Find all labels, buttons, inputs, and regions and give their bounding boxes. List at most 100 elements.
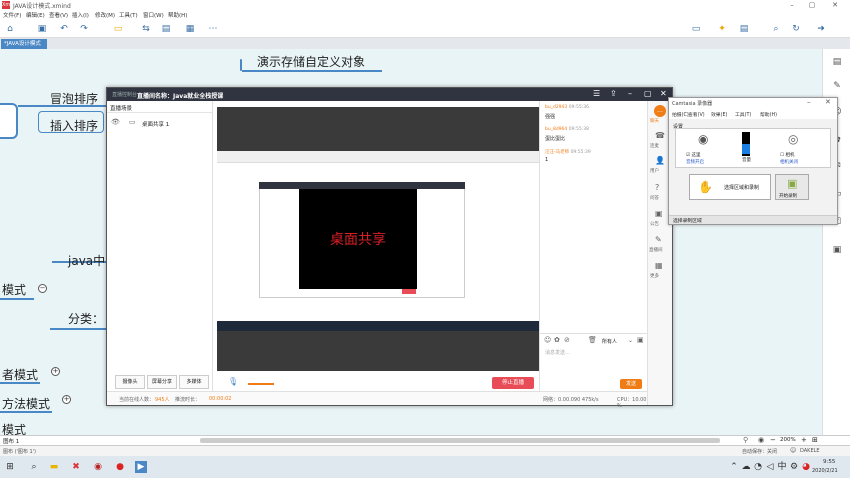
topic-mode[interactable]: 模式 <box>2 281 26 298</box>
minimize-button[interactable]: – <box>785 0 799 10</box>
file-explorer-icon[interactable]: ▬ <box>48 461 60 473</box>
windows-start-icon[interactable]: ⊞ <box>4 461 16 473</box>
clear-icon[interactable]: ⊘ <box>564 336 570 344</box>
rec-menu-effects[interactable]: 效果(E) <box>711 111 727 118</box>
rec-menu-help[interactable]: 帮助(H) <box>760 111 777 118</box>
topic-insert-sort[interactable]: 插入排序 <box>50 117 98 134</box>
boundary-icon[interactable]: ▤ <box>160 23 172 35</box>
app-icon[interactable]: ◉ <box>92 461 104 473</box>
audio-checkbox[interactable]: ☑ 这里 <box>686 152 700 158</box>
chat-target-select[interactable]: 所有人 <box>602 338 617 345</box>
eye-icon[interactable]: ◉ <box>758 436 764 444</box>
maximize-button[interactable]: ▢ <box>805 0 819 10</box>
eye-icon[interactable]: 👁 <box>111 118 120 126</box>
more-icon[interactable]: ⋯ <box>207 23 219 35</box>
zoom-in-button[interactable]: + <box>801 436 807 444</box>
side-tab-notice[interactable]: 公告 <box>650 221 659 227</box>
announce-icon[interactable]: ▣ <box>655 209 663 218</box>
side-tab-more[interactable]: 更多 <box>650 273 659 279</box>
zoom-level[interactable]: 200% <box>780 437 796 443</box>
filter-icon[interactable]: ⚲ <box>743 436 748 444</box>
camera-button[interactable]: 摄像头 <box>115 375 145 389</box>
collapse-icon[interactable]: − <box>38 284 47 293</box>
topic-mode-2[interactable]: 模式 <box>2 421 26 435</box>
expand-icon[interactable]: + <box>62 395 71 404</box>
minimize-icon[interactable]: – <box>628 89 632 98</box>
home-icon[interactable]: ⌂ <box>4 23 16 35</box>
scene-item[interactable]: 桌面共享 1 <box>142 120 169 128</box>
question-icon[interactable]: ? <box>655 183 659 192</box>
style-icon[interactable]: ✎ <box>831 81 843 93</box>
phone-icon[interactable]: ☎ <box>655 131 665 140</box>
clock-time[interactable]: 9:55 <box>823 459 835 465</box>
search-icon[interactable]: ⌕ <box>28 461 40 473</box>
outline-icon[interactable]: ▤ <box>738 23 750 35</box>
undo-icon[interactable]: ↶ <box>58 23 70 35</box>
multimedia-button[interactable]: 多媒体 <box>179 375 209 389</box>
network-icon[interactable]: ☁ <box>740 461 752 473</box>
autosave-status[interactable]: 自动保存：关闭 <box>742 448 777 455</box>
expand-icon[interactable]: + <box>51 367 60 376</box>
format-icon[interactable]: ▤ <box>831 57 843 69</box>
camera-checkbox[interactable]: ☐ 相机 <box>780 152 794 158</box>
stop-live-button[interactable]: 停止直播 <box>492 377 534 389</box>
relationship-icon[interactable]: ⇆ <box>140 23 152 35</box>
emoji-icon[interactable]: ☺ <box>544 336 551 344</box>
room-icon[interactable]: ✎ <box>655 235 662 244</box>
select-region-button[interactable]: ✋ 选择区域和录制 <box>689 174 771 200</box>
menu-file[interactable]: 文件(F) <box>3 11 21 19</box>
volume-icon[interactable]: ◁ <box>764 461 776 473</box>
side-tab-chat[interactable]: 聊天 <box>650 118 659 124</box>
menu-tools[interactable]: 工具(T) <box>119 11 138 19</box>
side-tab-users[interactable]: 用户 <box>650 168 659 174</box>
page-tab[interactable]: 图布 1 <box>3 437 19 445</box>
topic-category[interactable]: 分类： <box>68 310 104 327</box>
flower-icon[interactable]: ✿ <box>554 336 560 344</box>
camtasia-app-icon[interactable]: ▶ <box>135 461 147 473</box>
menu-window[interactable]: 窗口(W) <box>143 11 164 19</box>
send-button[interactable]: 发送 <box>620 379 642 389</box>
side-tab-room[interactable]: 直播间 <box>649 247 663 253</box>
menu-insert[interactable]: 插入(I) <box>72 11 89 19</box>
topic-observer[interactable]: 者模式 <box>2 366 38 383</box>
menu-view[interactable]: 查看(V) <box>49 11 68 19</box>
menu-help[interactable]: 帮助(H) <box>168 11 187 19</box>
ime-icon[interactable]: ⚙ <box>788 461 800 473</box>
presentation-icon[interactable]: ▭ <box>690 23 702 35</box>
tray-chevron-icon[interactable]: ⌃ <box>728 461 740 473</box>
picture-icon[interactable]: ▣ <box>637 336 644 344</box>
close-button[interactable]: ✕ <box>828 0 842 10</box>
redo-icon[interactable]: ↷ <box>78 23 90 35</box>
chevron-down-icon[interactable]: ⌄ <box>628 337 633 344</box>
zoom-out-button[interactable]: − <box>770 436 776 444</box>
refresh-icon[interactable]: ↻ <box>790 23 802 35</box>
user-icon[interactable]: 👤 <box>655 156 665 165</box>
wifi-icon[interactable]: ◔ <box>752 461 764 473</box>
topic-custom-object[interactable]: 演示存储自定义对象 <box>257 53 365 70</box>
chat-input[interactable]: 消息发送... <box>545 349 570 356</box>
screen-share-button[interactable]: 屏幕分享 <box>147 375 177 389</box>
share-icon[interactable]: ⇪ <box>610 89 617 98</box>
summary-icon[interactable]: ▦ <box>184 23 196 35</box>
central-topic[interactable] <box>0 103 18 139</box>
chat-icon[interactable]: … <box>654 105 666 117</box>
rec-menu-capture[interactable]: 拍摄(C) <box>672 111 689 118</box>
close-icon[interactable]: ✕ <box>660 89 667 98</box>
clipboard-icon[interactable]: ▣ <box>831 245 843 257</box>
idea-icon[interactable]: ✦ <box>716 23 728 35</box>
keyboard-icon[interactable]: 中 <box>776 461 788 473</box>
menu-icon[interactable]: ☰ <box>593 89 600 98</box>
minimize-icon[interactable]: – <box>807 98 811 106</box>
horizontal-scrollbar[interactable] <box>200 438 720 443</box>
tab-java-design[interactable]: *JAVA设计模式 ✕ <box>1 39 47 57</box>
side-tab-qa[interactable]: 问答 <box>650 195 659 201</box>
close-icon[interactable]: ✕ <box>825 98 831 106</box>
search-icon[interactable]: ⌕ <box>770 23 782 35</box>
export-icon[interactable]: ➜ <box>815 23 827 35</box>
more-icon[interactable]: ▦ <box>655 261 663 270</box>
topic-template-method[interactable]: 方法模式 <box>2 395 50 412</box>
record-button[interactable]: ▣ 开始录制 <box>775 174 809 200</box>
topic-bubble-sort[interactable]: 冒泡排序 <box>50 90 98 107</box>
rec-menu-view[interactable]: 查看(V) <box>688 111 705 118</box>
topic-icon[interactable]: ▭ <box>112 23 124 35</box>
